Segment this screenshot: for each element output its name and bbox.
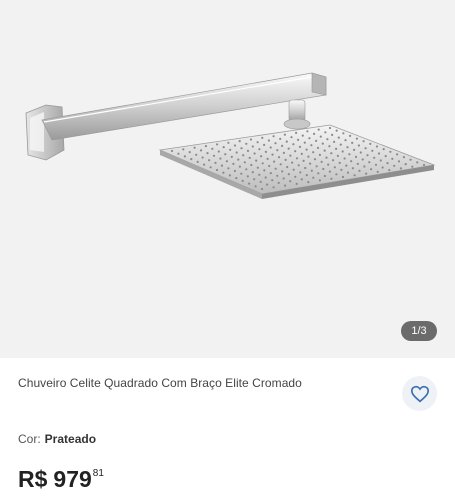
price-currency: R$ (18, 466, 48, 492)
image-counter: 1/3 (401, 321, 437, 341)
heart-outline-icon (410, 385, 429, 402)
price-integer: 979 (53, 466, 92, 492)
price: R$ 97981 (18, 466, 104, 493)
favorite-button[interactable] (402, 376, 437, 411)
color-label: Cor: (18, 432, 41, 446)
product-title: Chuveiro Celite Quadrado Com Braço Elite… (18, 376, 302, 390)
price-cents: 81 (92, 468, 104, 479)
product-image-area[interactable]: 1/3 (0, 0, 455, 358)
color-info: Cor: Prateado (18, 432, 96, 446)
shower-head-image (25, 72, 436, 199)
color-value: Prateado (44, 432, 97, 446)
